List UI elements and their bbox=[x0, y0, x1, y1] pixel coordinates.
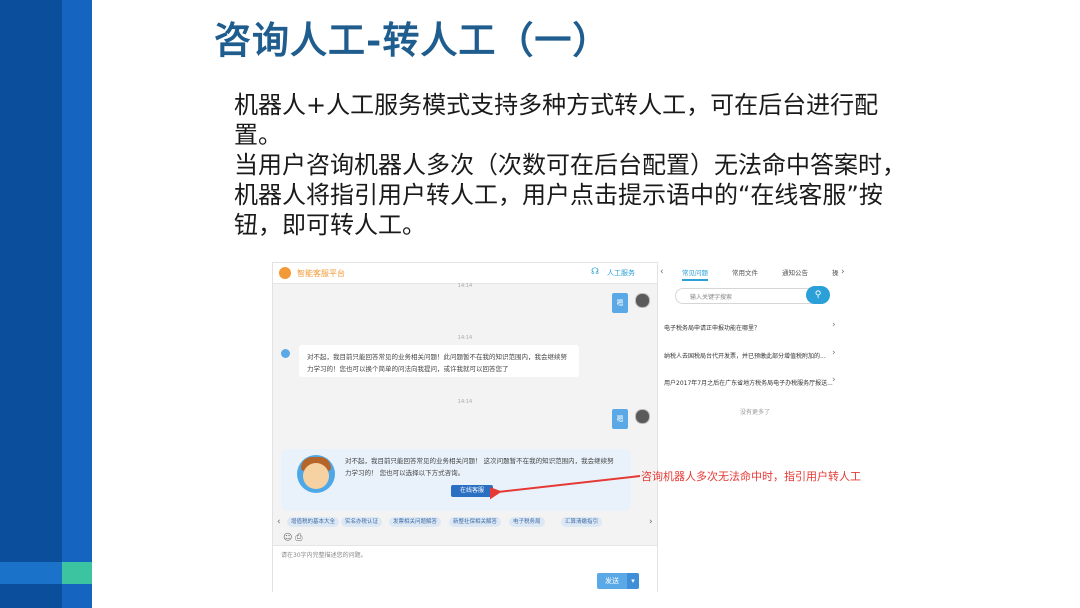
sidebar-decoration-dark bbox=[0, 0, 62, 608]
user-message-bubble: 嗯 bbox=[612, 293, 628, 313]
online-service-button[interactable]: 在线客服 bbox=[451, 485, 493, 497]
attachment-icon[interactable]: ⎙ bbox=[295, 533, 302, 543]
user-avatar bbox=[635, 293, 650, 308]
tab-more[interactable]: 操 bbox=[832, 267, 839, 277]
user-message-bubble: 嗯 bbox=[612, 409, 628, 429]
message-input-area[interactable]: 请在30字内完整描述您的问题。 发送 ▾ bbox=[273, 545, 657, 592]
chevron-right-icon[interactable]: › bbox=[649, 515, 653, 529]
timestamp: 14:14 bbox=[457, 283, 473, 289]
human-service-link[interactable]: 人工服务 bbox=[607, 268, 635, 278]
sidebar-accent-green bbox=[62, 562, 92, 584]
sidebar-accent-blue bbox=[0, 562, 62, 584]
chevron-right-icon[interactable]: › bbox=[832, 348, 836, 358]
app-title: 智能客服平台 bbox=[297, 269, 345, 278]
faq-item[interactable]: 电子税务局申请正申报功能在哪里？ bbox=[664, 323, 840, 332]
chevron-left-icon[interactable]: ‹ bbox=[660, 267, 664, 277]
bot-avatar-icon bbox=[281, 349, 290, 358]
chevron-left-icon[interactable]: ‹ bbox=[277, 515, 281, 529]
sidebar-decoration-light bbox=[62, 0, 92, 608]
body-paragraph-1: 机器人+人工服务模式支持多种方式转人工，可在后台进行配置。 bbox=[234, 91, 879, 149]
body-paragraph-2: 当用户咨询机器人多次（次数可在后台配置）无法命中答案时，机器人将指引用户转人工，… bbox=[234, 151, 906, 239]
send-options-dropdown[interactable]: ▾ bbox=[627, 573, 639, 589]
bot-message-bubble: 对不起，我目前只能回答常见的业务相关问题！此问题暂不在我的知识范围内，我会继续努… bbox=[299, 345, 579, 377]
slide-title: 咨询人工-转人工（一） bbox=[214, 18, 611, 62]
search-icon[interactable]: ⚲ bbox=[806, 286, 830, 304]
chat-window: 智能客服平台 ☊ 人工服务 14:14 嗯 14:14 对不起，我目前只能回答常… bbox=[272, 262, 658, 592]
faq-panel: ‹ 常见问题 常用文件 通知公告 操 › 输入关键字搜索 ⚲ 电子税务局申请正申… bbox=[660, 262, 848, 402]
faq-item[interactable]: 用户2017年7月之后在广东省地方税务局电子办税服务厅报送... bbox=[664, 378, 840, 387]
quick-question-bar: ‹ 增值税的基本大全 实名办税认证 发票相关问题解答 新整社保相关解答 电子税务… bbox=[273, 515, 657, 529]
input-toolbar: ☺ ⎙ bbox=[283, 533, 302, 543]
quick-question-chip[interactable]: 新整社保相关解答 bbox=[449, 517, 502, 527]
tab-files[interactable]: 常用文件 bbox=[732, 267, 758, 277]
search-placeholder: 输入关键字搜索 bbox=[690, 294, 733, 301]
tab-notices[interactable]: 通知公告 bbox=[782, 267, 808, 277]
chevron-right-icon[interactable]: › bbox=[841, 267, 845, 277]
quick-question-chip[interactable]: 增值税的基本大全 bbox=[287, 517, 340, 527]
chat-header: 智能客服平台 ☊ 人工服务 bbox=[273, 263, 657, 284]
user-avatar bbox=[635, 409, 650, 424]
chevron-right-icon[interactable]: › bbox=[832, 320, 836, 330]
no-more-text: 没有更多了 bbox=[740, 409, 771, 416]
quick-question-chip[interactable]: 汇算清缴指引 bbox=[561, 517, 603, 527]
tab-faq[interactable]: 常见问题 bbox=[682, 267, 708, 281]
send-button[interactable]: 发送 bbox=[597, 573, 627, 589]
robot-avatar-icon bbox=[297, 455, 335, 493]
headset-icon[interactable]: ☊ bbox=[591, 267, 601, 277]
timestamp: 14:14 bbox=[457, 399, 473, 405]
quick-question-chip[interactable]: 发票相关问题解答 bbox=[389, 517, 442, 527]
quick-question-chip[interactable]: 电子税务局 bbox=[509, 517, 545, 527]
timestamp: 14:14 bbox=[457, 335, 473, 341]
annotation-arrow bbox=[490, 475, 641, 500]
slide-body: 机器人+人工服务模式支持多种方式转人工，可在后台进行配置。 当用户咨询机器人多次… bbox=[234, 90, 924, 240]
annotation-text: 咨询机器人多次无法命中时，指引用户转人工 bbox=[641, 470, 861, 483]
chevron-right-icon[interactable]: › bbox=[832, 375, 836, 385]
faq-item[interactable]: 纳税人去国税局台代开发票，并已预缴此部分增值税附加的... bbox=[664, 351, 840, 360]
input-placeholder: 请在30字内完整描述您的问题。 bbox=[281, 552, 367, 559]
app-logo-icon bbox=[279, 267, 291, 279]
quick-question-chip[interactable]: 实名办税认证 bbox=[341, 517, 383, 527]
emoji-icon[interactable]: ☺ bbox=[283, 533, 292, 543]
